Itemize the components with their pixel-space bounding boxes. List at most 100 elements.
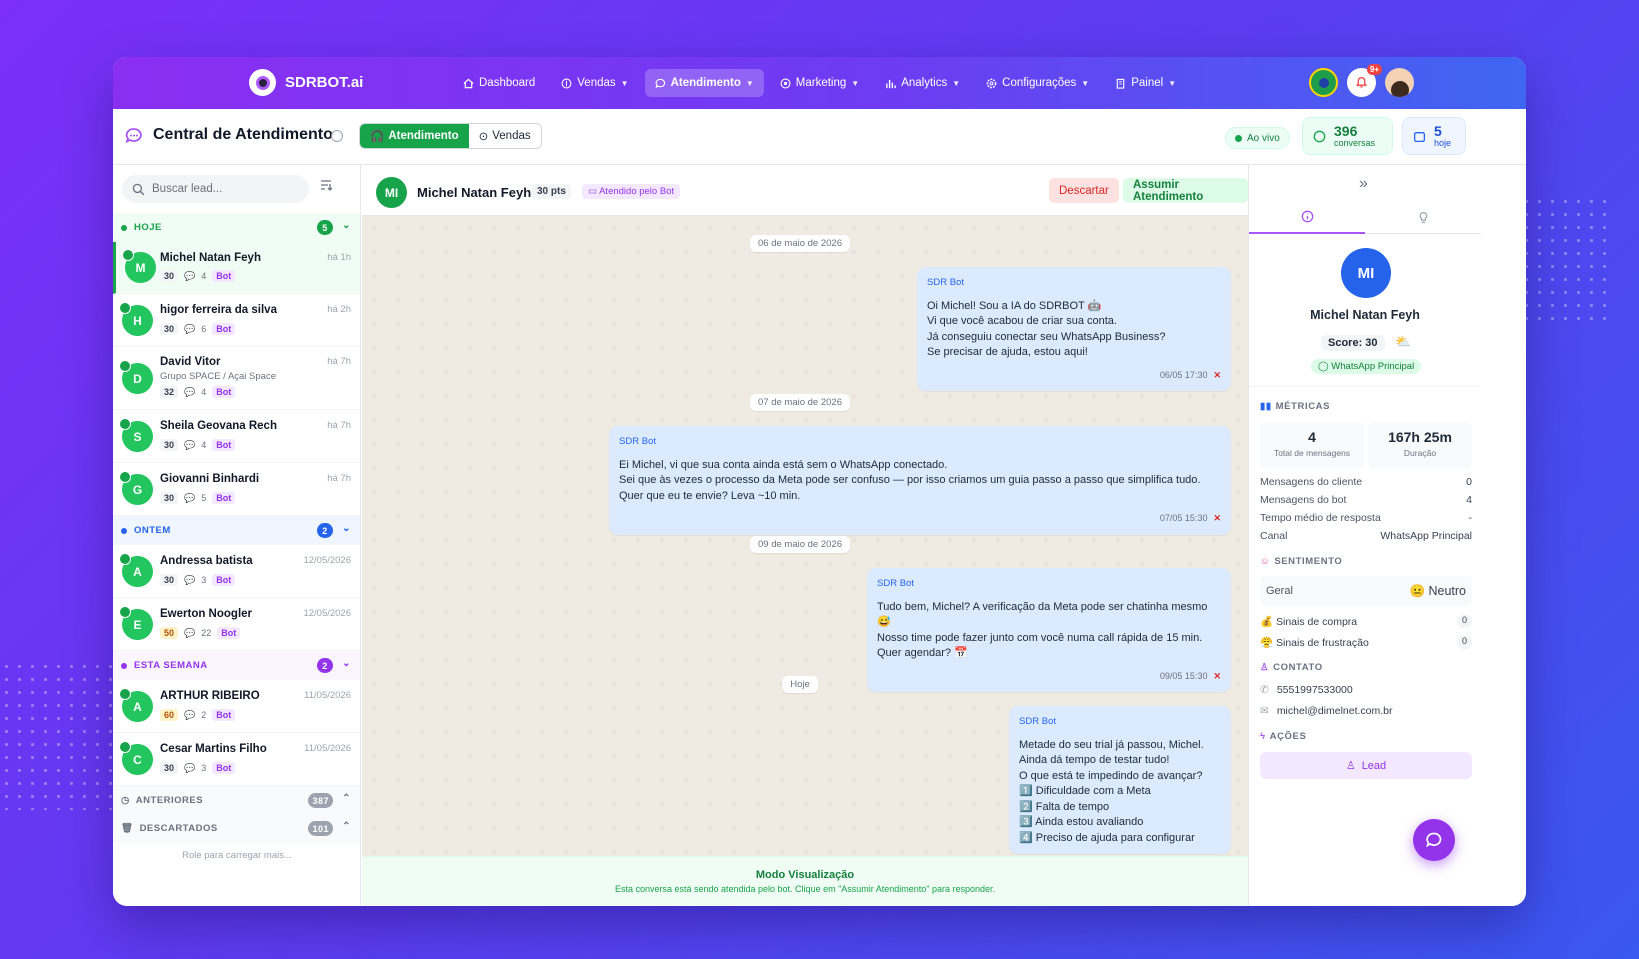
view-mode-banner: Modo Visualização Esta conversa está sen… [362, 856, 1248, 906]
message-count-icon: 💬 [184, 574, 196, 585]
conversations-label: conversas [1334, 137, 1376, 148]
message-footer: 07/05 15:30 ✕ [619, 511, 1221, 527]
menu-vendas[interactable]: Vendas ▼ [551, 69, 638, 97]
toggle-vendas[interactable]: ⊙ Vendas [469, 124, 541, 148]
lead-list-panel: Buscar lead... HOJE 5 ⌄ M Michel Natan F… [113, 165, 361, 906]
menu-marketing[interactable]: Marketing ▼ [770, 69, 869, 97]
group-descartados-count: 101 [308, 821, 333, 836]
info-icon[interactable] [331, 130, 343, 142]
top-navbar: SDRBOT.ai Dashboard Vendas ▼ Atendimento ▼… [113, 57, 1526, 109]
failed-icon: ✕ [1213, 369, 1221, 380]
chevron-down-icon: ⌄ [342, 220, 351, 231]
notifications-button[interactable]: 9+ [1347, 64, 1382, 97]
message-sender: SDR Bot [619, 436, 656, 447]
lead-avatar: A [119, 553, 153, 587]
brand[interactable]: SDRBOT.ai [249, 69, 363, 96]
lightbulb-icon [1419, 211, 1427, 223]
menu-configuracoes-label: Configurações [1002, 77, 1077, 89]
toggle-atendimento[interactable]: 🎧 Atendimento [360, 124, 469, 148]
lead-initial: H [133, 313, 142, 328]
lead-row[interactable]: G Giovanni Binhardi há 7h 30 💬 5 Bot [113, 463, 360, 516]
menu-analytics[interactable]: Analytics ▼ [875, 69, 970, 97]
message-time: 06/05 17:30 [1159, 369, 1208, 380]
lead-details-panel: » MI Michel Natan Feyh Score: 30 ⛅ ◯ Wha… [1248, 165, 1526, 906]
lead-row[interactable]: E Ewerton Noogler 12/05/2026 50 💬 22 Bot [113, 598, 360, 651]
discard-button[interactable]: Descartar [1049, 178, 1119, 203]
group-anteriores[interactable]: ◷ ANTERIORES 387 ⌃ [113, 786, 360, 815]
chevron-down-icon: ▼ [620, 78, 629, 88]
message-list[interactable]: 06 de maio de 2026 SDR Bot Oi Michel! So… [362, 216, 1248, 856]
lead-row[interactable]: A ARTHUR RIBEIRO 11/05/2026 60 💬 2 Bot [113, 680, 360, 733]
lead-msgs: 3 [201, 763, 207, 773]
sentiment-value: 😐 Neutro [1409, 583, 1466, 598]
actions-title: AÇÕES [1269, 731, 1307, 742]
lead-msgs: 6 [201, 324, 207, 334]
message-sender: SDR Bot [1019, 716, 1056, 727]
lead-avatar: H [119, 302, 153, 336]
frustration-signals-row: 😤 Sinais de frustração 0 [1260, 636, 1472, 649]
mode-toggle: 🎧 Atendimento ⊙ Vendas [359, 123, 542, 149]
menu-dashboard-label: Dashboard [479, 77, 536, 89]
contact-phone[interactable]: ✆ 5551997533000 [1260, 684, 1353, 696]
total-messages-label: Total de mensagens [1273, 448, 1351, 458]
lead-initial: S [133, 429, 142, 444]
contact-heading: ♙ CONTATO [1260, 662, 1323, 673]
tab-insights[interactable] [1365, 200, 1481, 234]
view-mode-subtitle: Esta conversa está sendo atendida pelo b… [614, 884, 996, 894]
lead-row[interactable]: S Sheila Geovana Rech há 7h 30 💬 4 Bot [113, 410, 360, 463]
buy-signals-row: 💰 Sinais de compra 0 [1260, 615, 1472, 628]
lead-row[interactable]: D David Vitor há 7h Grupo SPACE / Açai S… [113, 347, 360, 410]
sort-icon[interactable] [319, 178, 333, 192]
lightning-icon: ϟ [1260, 731, 1266, 742]
lead-time: 12/05/2026 [303, 608, 351, 619]
tab-info[interactable] [1249, 200, 1365, 234]
lead-msgs: 4 [201, 440, 207, 450]
load-more-hint: Role para carregar mais... [182, 850, 292, 861]
group-ontem-count: 2 [317, 523, 333, 538]
lead-avatar: C [119, 741, 153, 775]
assume-button[interactable]: Assumir Atendimento [1123, 178, 1248, 203]
group-semana-count: 2 [317, 658, 333, 673]
menu-atendimento[interactable]: Atendimento ▼ [644, 69, 764, 97]
conversations-count: 396 [1334, 122, 1358, 139]
message-count-icon: 💬 [184, 270, 196, 281]
search-icon [132, 183, 145, 195]
whatsapp-icon [119, 741, 131, 753]
lead-row[interactable]: M Michel Natan Feyh há 1h 30 💬 4 Bot [113, 242, 360, 294]
lead-initial: G [132, 482, 143, 497]
group-ontem[interactable]: ONTEM 2 ⌄ [113, 516, 360, 545]
whatsapp-icon [119, 688, 131, 700]
brazil-flag-icon[interactable] [1309, 68, 1338, 97]
lead-time: 12/05/2026 [303, 555, 351, 566]
contact-email[interactable]: ✉ michel@dimelnet.com.br [1260, 705, 1393, 717]
chat-panel: MI Michel Natan Feyh 30 pts ▭ Atendido p… [362, 165, 1248, 906]
lead-score: 30 [160, 270, 179, 282]
collapse-panel-icon[interactable]: » [1359, 175, 1368, 193]
menu-painel[interactable]: Painel ▼ [1105, 69, 1186, 97]
channel-badge: ◯ WhatsApp Principal [1311, 359, 1422, 374]
group-descartados[interactable]: 🗑 DESCARTADOS 101 ⌃ [113, 814, 360, 843]
search-input[interactable]: Buscar lead... [122, 175, 309, 203]
group-hoje-count: 5 [317, 220, 333, 235]
chat-contact-name: Michel Natan Feyh [417, 185, 532, 200]
menu-dashboard[interactable]: Dashboard [453, 69, 545, 97]
menu-configuracoes[interactable]: Configurações ▼ [976, 69, 1099, 97]
whatsapp-icon [122, 249, 134, 261]
chat-support-button[interactable] [1413, 819, 1455, 861]
total-messages-value: 4 [1308, 429, 1316, 445]
message-text: Oi Michel! Sou a IA do SDRBOT 🤖 Vi que v… [927, 299, 1166, 359]
lead-msgs: 3 [201, 575, 207, 585]
lead-action-button[interactable]: ♙ Lead [1260, 752, 1472, 779]
lead-score: 32 [160, 386, 179, 398]
page-header: Central de Atendimento 🎧 Atendimento ⊙ Ven… [113, 109, 1526, 165]
group-esta-semana[interactable]: ESTA SEMANA 2 ⌄ [113, 651, 360, 680]
buy-signals-label: 💰 Sinais de compra [1260, 616, 1358, 628]
user-avatar[interactable] [1385, 68, 1414, 97]
chat-bubble-icon [125, 128, 142, 144]
whatsapp-icon [119, 418, 131, 430]
lead-row[interactable]: C Cesar Martins Filho 11/05/2026 30 💬 3 Bot [113, 733, 360, 786]
lead-row[interactable]: H higor ferreira da silva há 2h 30 💬 6 Bot [113, 294, 360, 347]
group-hoje[interactable]: HOJE 5 ⌄ [113, 213, 360, 242]
phone-value: 5551997533000 [1276, 684, 1353, 696]
lead-row[interactable]: A Andressa batista 12/05/2026 30 💬 3 Bot [113, 545, 360, 598]
